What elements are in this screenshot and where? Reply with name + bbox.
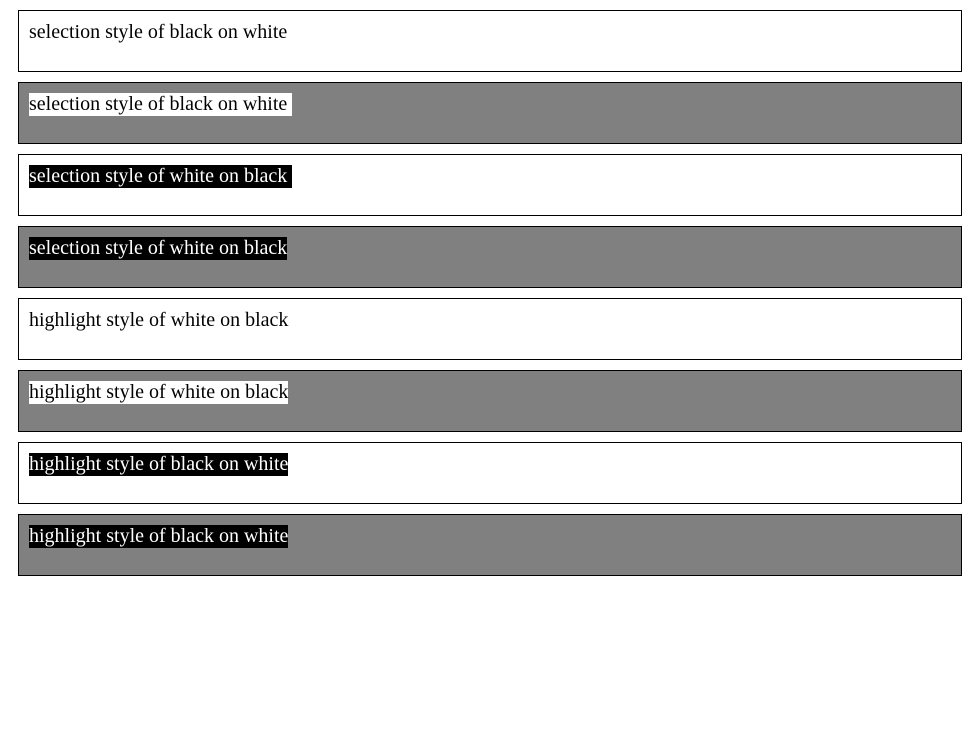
selection-row-4: selection style of white on black <box>18 226 962 288</box>
highlight-row-4: highlight style of black on white <box>18 514 962 576</box>
highlight-text-2[interactable]: highlight style of white on black <box>29 381 289 404</box>
selection-text-2[interactable]: selection style of black on white <box>29 93 293 116</box>
selection-row-3: selection style of white on black <box>18 154 962 216</box>
highlight-text-4[interactable]: highlight style of black on white <box>29 525 289 548</box>
selection-text-3[interactable]: selection style of white on black <box>29 165 293 188</box>
highlight-text-1[interactable]: highlight style of white on black <box>29 309 288 332</box>
highlight-text-3[interactable]: highlight style of black on white <box>29 453 289 476</box>
highlight-row-2: highlight style of white on black <box>18 370 962 432</box>
highlight-row-3: highlight style of black on white <box>18 442 962 504</box>
selection-row-2: selection style of black on white <box>18 82 962 144</box>
test-page: selection style of black on white select… <box>0 0 980 735</box>
selection-text-4[interactable]: selection style of white on black <box>29 237 288 260</box>
highlight-row-1: highlight style of white on black <box>18 298 962 360</box>
selection-row-1: selection style of black on white <box>18 10 962 72</box>
selection-text-1[interactable]: selection style of black on white <box>29 21 287 44</box>
